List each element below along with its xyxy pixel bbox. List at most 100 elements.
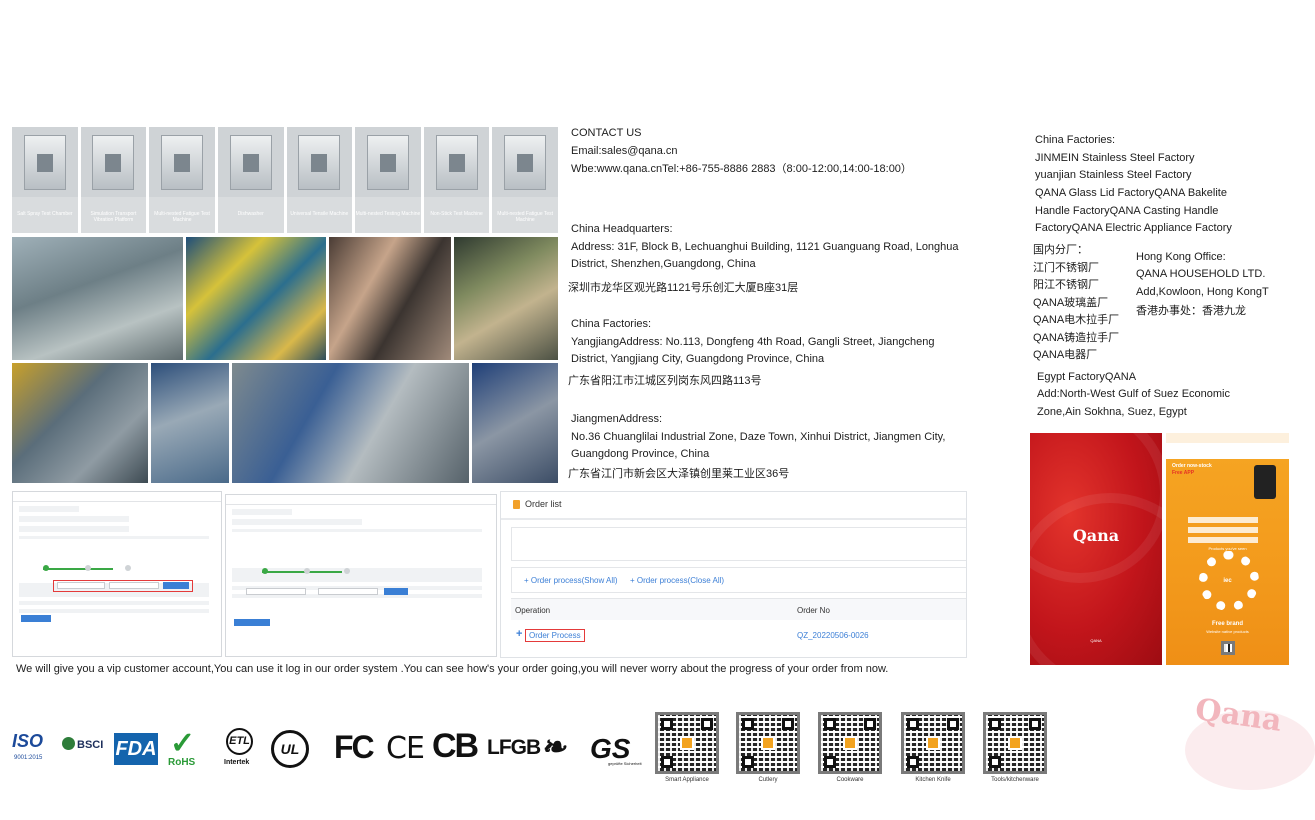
screenshot-tabs bbox=[232, 529, 482, 532]
fda-logo: FDA bbox=[114, 733, 158, 765]
contact-email[interactable]: Email:sales@qana.cn bbox=[571, 143, 678, 161]
machine-image bbox=[229, 135, 272, 190]
screenshot-row bbox=[19, 506, 79, 512]
lab-photo: Non-Stick Test Machine bbox=[423, 127, 490, 233]
upload-button bbox=[384, 588, 408, 595]
press-machine-photo bbox=[186, 237, 327, 360]
screenshot-row bbox=[232, 509, 292, 515]
lab-photo-caption: Simulation Transport Vibration Platform bbox=[80, 197, 147, 233]
gs-sub: geprüfte Sicherheit bbox=[608, 761, 642, 766]
domestic-factory-line: 国内分厂： bbox=[1033, 244, 1088, 256]
order-number-link[interactable]: QZ_20220506-0026 bbox=[797, 631, 869, 640]
hq-heading: China Headquarters: bbox=[571, 223, 673, 235]
document-icon bbox=[513, 500, 520, 509]
factory-photo-row bbox=[12, 237, 559, 360]
globe-icon bbox=[62, 737, 75, 750]
order-detail-screenshot bbox=[12, 491, 222, 657]
tab-button bbox=[234, 619, 270, 626]
jiangmen-address-line: No.36 Chuanglilai Industrial Zone, Daze … bbox=[571, 431, 946, 443]
file-type-select bbox=[246, 588, 306, 595]
rohs-logo: ✓ RoHS bbox=[166, 726, 208, 770]
qr-code[interactable] bbox=[655, 712, 719, 774]
lab-photo-caption: Salt Spray Test Chamber bbox=[12, 197, 78, 233]
lab-photo: Multi-nested Fatigue Test Machine bbox=[149, 127, 215, 233]
lab-photo-caption: Multi-nested Fatigue Test Machine bbox=[492, 197, 558, 233]
bsci-logo: BSCI bbox=[62, 737, 103, 751]
brand-watermark: Qana bbox=[1165, 690, 1315, 800]
progress-line bbox=[43, 568, 113, 570]
file-name-select bbox=[318, 588, 378, 595]
hq-address-cn: 深圳市龙华区观光路1121号乐创汇大厦B座31层 bbox=[568, 282, 799, 294]
lab-equipment-row: Salt Spray Test Chamber Simulation Trans… bbox=[12, 127, 558, 233]
hk-office-line: Hong Kong Office: bbox=[1136, 251, 1226, 263]
qr-code[interactable] bbox=[818, 712, 882, 774]
lab-photo-caption: Non-Stick Test Machine bbox=[423, 197, 490, 233]
hk-office-line: QANA HOUSEHOLD LTD. bbox=[1136, 268, 1266, 280]
check-icon: ✓ bbox=[170, 727, 196, 760]
jiangmen-address-line: Guangdong Province, China bbox=[571, 448, 710, 460]
jiangmen-heading: JiangmenAddress: bbox=[571, 413, 663, 425]
qr-code-block: Kitchen Knife bbox=[901, 712, 965, 783]
tab-button bbox=[21, 615, 51, 622]
app-badge: Free APP bbox=[1172, 470, 1195, 476]
ce-logo: CE bbox=[386, 731, 425, 766]
qr-label: Kitchen Knife bbox=[915, 777, 951, 783]
contact-heading: CONTACT US bbox=[571, 127, 642, 139]
file-type-select bbox=[57, 582, 105, 589]
contact-web-tel[interactable]: Wbe:www.qana.cnTel:+86-755-8886 2883（8:0… bbox=[571, 161, 912, 179]
hk-office-line: Add,Kowloon, Hong KongT bbox=[1136, 286, 1269, 298]
order-process-link[interactable]: Order Process bbox=[525, 629, 585, 642]
factory-line: QANA Glass Lid FactoryQANA Bakelite bbox=[1035, 187, 1227, 199]
qr-code-block: Smart Appliance bbox=[655, 712, 719, 783]
workers-photo bbox=[329, 237, 451, 360]
close-all-link[interactable]: + Order process(Close All) bbox=[630, 576, 724, 585]
lab-photo-caption: Universal Tensile Machine bbox=[286, 197, 353, 233]
lab-photo-caption: Multi-nested Fatigue Test Machine bbox=[149, 197, 215, 233]
yangjiang-address-line: District, Yangjiang City, Guangdong Prov… bbox=[571, 353, 825, 365]
phone-image bbox=[1254, 465, 1276, 499]
screenshot-header bbox=[13, 492, 221, 502]
robot-photo bbox=[472, 363, 559, 483]
brochure-qr-code bbox=[1221, 641, 1235, 655]
factories-heading: China Factories: bbox=[1035, 134, 1116, 146]
workshop-photo bbox=[150, 363, 229, 483]
domestic-factory-line: QANA电木拉手厂 bbox=[1033, 314, 1120, 326]
screenshot-row bbox=[19, 516, 129, 522]
hq-address-line: Address: 31F, Block B, Lechuanghui Build… bbox=[571, 241, 959, 253]
expand-plus-icon[interactable]: + bbox=[516, 628, 522, 640]
yangjiang-address-line: YangjiangAddress: No.113, Dongfeng 4th R… bbox=[571, 336, 935, 348]
qr-code[interactable] bbox=[736, 712, 800, 774]
domestic-factory-line: QANA电器厂 bbox=[1033, 349, 1098, 361]
machine-image bbox=[92, 135, 135, 190]
lab-photo: Multi-nested Testing Machine bbox=[355, 127, 421, 233]
ring-center-label: iec bbox=[1223, 578, 1232, 584]
qr-code-block: Cookware bbox=[818, 712, 882, 783]
brochure-logo-small: QANA bbox=[1090, 638, 1102, 643]
lfgb-logo: LFGB bbox=[487, 736, 541, 759]
search-panel bbox=[511, 527, 966, 561]
production-line-photo bbox=[231, 363, 470, 483]
factory-photo-collage: Salt Spray Test Chamber Simulation Trans… bbox=[12, 127, 559, 483]
qr-code[interactable] bbox=[901, 712, 965, 774]
screenshot-row bbox=[19, 609, 209, 613]
qr-label: Tools/kitchenware bbox=[991, 777, 1039, 783]
order-list-screenshot: Order list + Order process(Show All) + O… bbox=[500, 491, 967, 658]
machine-image bbox=[504, 135, 547, 190]
brochure-app-page: Order now-stock Free APP Products you've… bbox=[1166, 433, 1289, 665]
domestic-factory-line: 江门不锈钢厂 bbox=[1033, 262, 1099, 274]
qr-label: Cutlery bbox=[758, 777, 778, 783]
qr-code[interactable] bbox=[983, 712, 1047, 774]
egypt-line: Add:North-West Gulf of Suez Economic bbox=[1037, 388, 1230, 400]
brochure-footer-sub: Website native products bbox=[1206, 629, 1249, 634]
progress-step bbox=[125, 565, 131, 571]
brochure-logo: Qana bbox=[1072, 526, 1120, 545]
show-all-link[interactable]: + Order process(Show All) bbox=[524, 576, 618, 585]
domestic-factory-line: 阳江不锈钢厂 bbox=[1033, 279, 1099, 291]
lab-photo: Simulation Transport Vibration Platform bbox=[80, 127, 147, 233]
column-operation: Operation bbox=[515, 606, 551, 615]
factory-line: yuanjian Stainless Steel Factory bbox=[1035, 169, 1192, 181]
hq-address-line: District, Shenzhen,Guangdong, China bbox=[571, 258, 756, 270]
cb-logo: CB bbox=[432, 727, 479, 765]
domestic-factory-line: QANA玻璃盖厂 bbox=[1033, 297, 1109, 309]
qr-label: Cookware bbox=[836, 777, 864, 783]
